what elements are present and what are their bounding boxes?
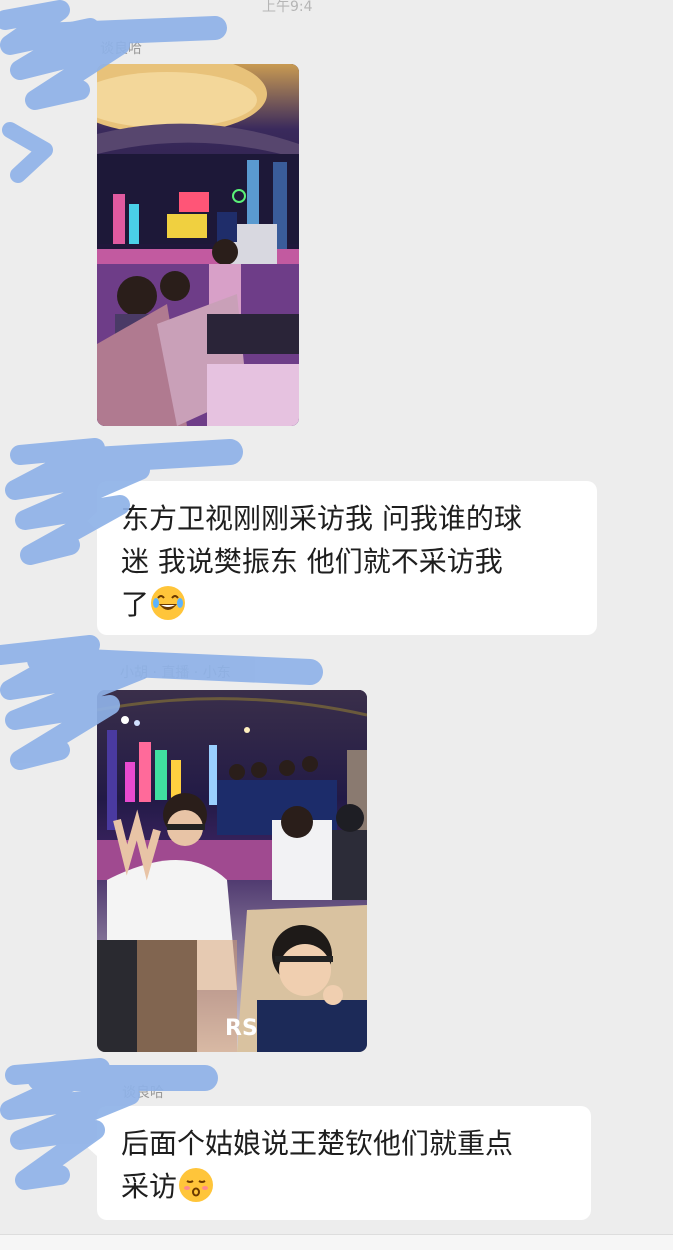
header-time: 上午9:4 (262, 0, 313, 15)
message-line: 东方卫视刚刚采访我 问我谁的球 (121, 502, 522, 535)
message-line: 后面个姑娘说王楚钦他们就重点 (121, 1127, 514, 1160)
sender-name: 谈良哈 (122, 1085, 164, 1101)
message-line: 了 (121, 583, 575, 626)
jacket-text: RS (225, 1016, 258, 1041)
kissing-face-emoji (179, 1168, 214, 1202)
sender-name: 小胡 · 直播 · 小东 (120, 665, 231, 681)
event-photo-1 (97, 64, 299, 426)
photo-message-1[interactable] (97, 64, 299, 426)
text-message-1[interactable]: 东方卫视刚刚采访我 问我谁的球 迷 我说樊振东 他们就不采访我 了 (97, 481, 597, 635)
message-line: 迷 我说樊振东 他们就不采访我 (121, 545, 503, 578)
input-bar-edge (0, 1234, 673, 1250)
tears-of-joy-emoji (151, 586, 186, 620)
bubble-tail (87, 1138, 97, 1156)
event-photo-2: RS (97, 690, 367, 1052)
bubble-tail (87, 512, 97, 530)
sender-name: 谈良哈 (100, 41, 142, 57)
message-line: 采访 (121, 1165, 569, 1208)
photo-message-2[interactable]: RS (97, 690, 367, 1052)
text-message-2[interactable]: 后面个姑娘说王楚钦他们就重点 采访 (97, 1106, 591, 1220)
